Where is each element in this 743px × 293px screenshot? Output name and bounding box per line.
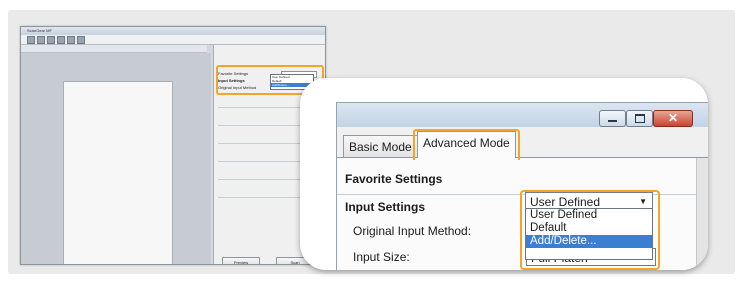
thumbnail-preview-button: Preview [222, 257, 260, 264]
input-size-label: Input Size: [353, 250, 410, 264]
thumbnail-toolbar-icon [77, 36, 85, 44]
app-window-thumbnail: ScanGear MF Favorite Settings Input Sett… [20, 26, 326, 265]
thumbnail-preview-page [63, 81, 173, 264]
tab-basic-mode[interactable]: Basic Mode [343, 135, 418, 157]
original-input-method-label: Original Input Method: [353, 224, 472, 238]
favorite-settings-label: Favorite Settings [345, 172, 443, 186]
vertical-scrollbar[interactable] [696, 158, 708, 270]
thumbnail-title: ScanGear MF [27, 28, 52, 33]
thumbnail-toolbar-icon [47, 36, 55, 44]
thumbnail-toolbar-icon [67, 36, 75, 44]
minimize-button[interactable] [599, 110, 626, 127]
thumbnail-subtoolbar [21, 45, 207, 53]
thumbnail-toolbar-icon [57, 36, 65, 44]
close-icon: ✕ [667, 111, 679, 125]
thumbnail-toolbar-icon [37, 36, 45, 44]
minimize-icon [608, 120, 617, 122]
thumbnail-preview-area [21, 53, 211, 264]
maximize-icon [634, 114, 645, 123]
dropdown-highlight-frame [520, 190, 660, 270]
zoom-callout: ✕ Basic Mode Advanced Mode Favorite Sett… [300, 78, 708, 270]
thumbnail-toolbar-icon [27, 36, 35, 44]
advanced-tab-highlight-frame [413, 129, 520, 160]
maximize-button[interactable] [626, 110, 653, 127]
thumbnail-titlebar: ScanGear MF [21, 27, 325, 35]
window-titlebar: ✕ [337, 103, 708, 128]
input-settings-heading: Input Settings [345, 200, 425, 214]
thumbnail-toolbar [21, 35, 325, 45]
close-button[interactable]: ✕ [653, 110, 693, 127]
mode-tabs: Basic Mode Advanced Mode [337, 127, 708, 159]
